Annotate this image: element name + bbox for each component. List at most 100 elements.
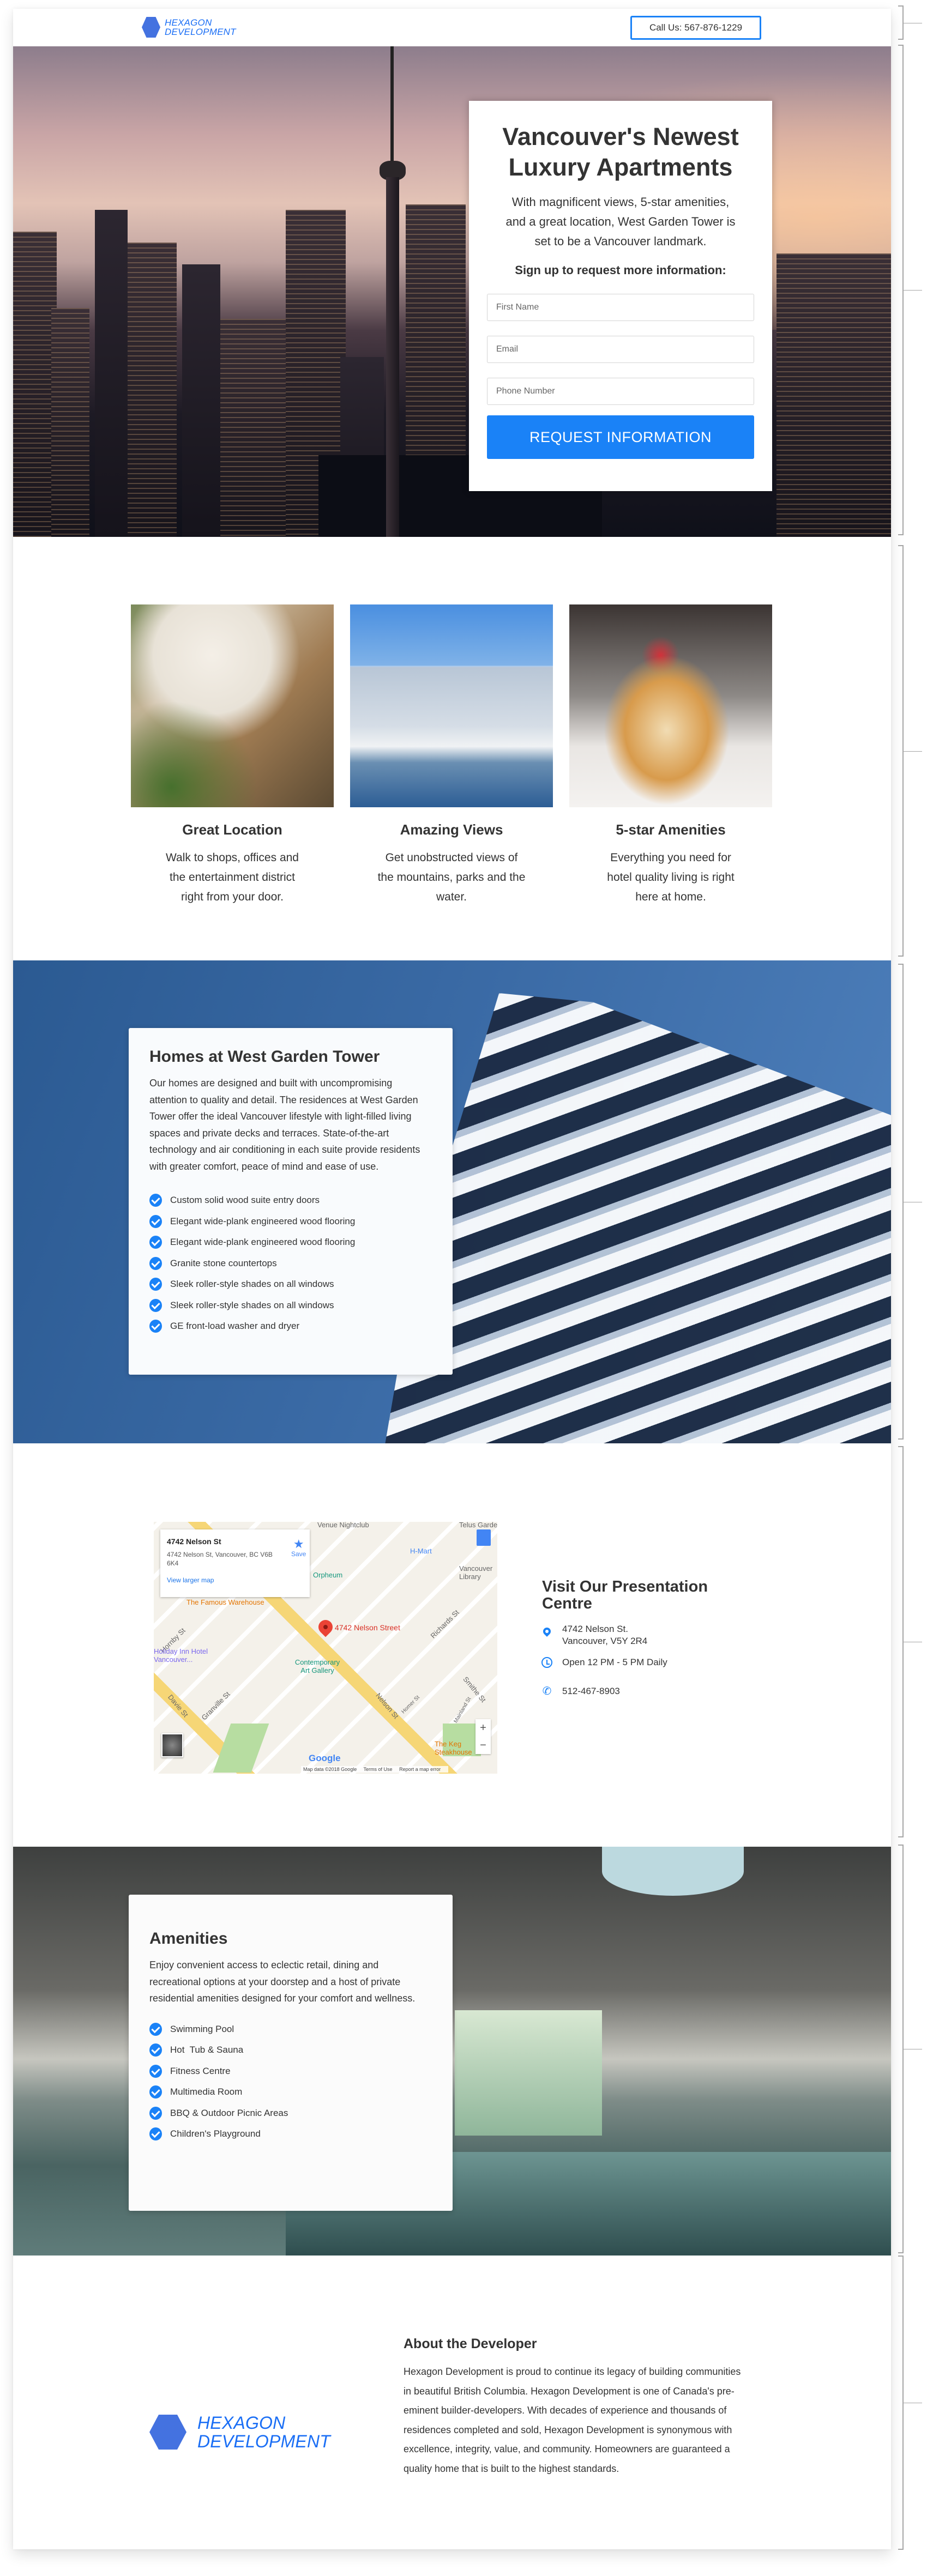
list-item: Sleek roller-style shades on all windows <box>149 1295 432 1316</box>
check-circle-icon <box>149 2064 162 2078</box>
map-label: H-Mart <box>410 1547 432 1555</box>
pool-interior-photo <box>455 2010 602 2136</box>
hero-title: Vancouver's Newest Luxury Apartments <box>502 123 739 181</box>
list-item-text: Elegant wide-plank engineered wood floor… <box>170 1216 356 1226</box>
hexagon-logo-icon <box>142 17 160 38</box>
check-circle-icon <box>149 2085 162 2099</box>
list-item: Swimming Pool <box>149 2019 432 2040</box>
address-row: 4742 Nelson St. Vancouver, V5Y 2R4 <box>540 1623 647 1647</box>
map-label: Venue Nightclub <box>317 1522 369 1529</box>
list-item: Children's Playground <box>149 2124 432 2145</box>
homes-feature-list: Custom solid wood suite entry doors Eleg… <box>149 1190 432 1337</box>
phone-number-input[interactable] <box>487 378 754 405</box>
map-label: Davie St <box>166 1692 190 1719</box>
feature-title: Amazing Views <box>400 821 503 838</box>
feature-text: Get unobstructed views of the mountains,… <box>377 851 526 903</box>
list-item-text: Elegant wide-plank engineered wood floor… <box>170 1237 356 1248</box>
hours-text: Open 12 PM - 5 PM Daily <box>562 1657 667 1667</box>
logo-line-2: DEVELOPMENT <box>165 27 236 37</box>
map-label: Richards St <box>429 1608 461 1640</box>
list-item-text: GE front-load washer and dryer <box>170 1321 300 1332</box>
zoom-in-button[interactable]: + <box>475 1719 491 1737</box>
logo-text: HEXAGON DEVELOPMENT <box>165 18 236 37</box>
report-map-error-link[interactable]: Report a map error <box>399 1767 441 1772</box>
list-item-text: Swimming Pool <box>170 2023 234 2034</box>
star-icon: ★ <box>293 1537 304 1551</box>
satellite-view-toggle[interactable] <box>161 1733 183 1757</box>
map-label: Holiday Inn Hotel Vancouver... <box>154 1647 208 1664</box>
list-item-text: Fitness Centre <box>170 2065 231 2076</box>
section-bracket <box>898 545 922 957</box>
check-circle-icon <box>149 2106 162 2120</box>
terms-of-use-link[interactable]: Terms of Use <box>364 1767 393 1772</box>
list-item: Fitness Centre <box>149 2061 432 2082</box>
map-park-area <box>213 1724 269 1773</box>
map-label: Granville St <box>200 1690 232 1722</box>
modern-building-photo <box>384 993 891 1443</box>
amenities-description: Enjoy convenient access to eclectic reta… <box>149 1960 416 2004</box>
check-circle-icon <box>149 1194 162 1207</box>
email-input[interactable] <box>487 336 754 363</box>
about-title: About the Developer <box>404 2336 537 2351</box>
amenities-info-card: Amenities Enjoy convenient access to ecl… <box>129 1895 453 2211</box>
map-label: The Famous Warehouse <box>186 1598 264 1606</box>
call-us-button[interactable]: Call Us: 567-876-1229 <box>630 16 761 40</box>
list-item-text: BBQ & Outdoor Picnic Areas <box>170 2107 288 2118</box>
view-larger-map-link[interactable]: View larger map <box>167 1576 303 1584</box>
list-item: Hot Tub & Sauna <box>149 2040 432 2061</box>
list-item: Multimedia Room <box>149 2082 432 2103</box>
section-bracket <box>898 964 922 1440</box>
people-working-laptop-photo <box>131 604 334 807</box>
hours-row: Open 12 PM - 5 PM Daily <box>540 1656 667 1668</box>
check-circle-icon <box>149 1214 162 1228</box>
feature-text: Everything you need for hotel quality li… <box>607 851 735 903</box>
map-label: Nelson St <box>374 1691 401 1720</box>
list-item-text: Multimedia Room <box>170 2087 243 2097</box>
logo-line-2: DEVELOPMENT <box>197 2432 331 2451</box>
logo-line-1: HEXAGON <box>165 17 212 28</box>
hexagon-logo-icon <box>149 2415 186 2450</box>
vancouver-marina-skyline-photo <box>350 604 553 807</box>
map-save-button[interactable]: ★ Save <box>291 1538 306 1558</box>
location-pin-icon <box>540 1623 554 1637</box>
footer-logo: HEXAGON DEVELOPMENT <box>149 2414 330 2451</box>
check-circle-icon <box>149 1256 162 1270</box>
building-graphic <box>182 264 220 537</box>
homes-title: Homes at West Garden Tower <box>149 1048 380 1066</box>
map-pin-icon[interactable] <box>315 1617 336 1637</box>
section-bracket <box>898 1446 922 1837</box>
cn-tower-graphic <box>390 46 394 172</box>
phone-icon: ✆ <box>542 1685 552 1697</box>
feature-card: Amazing Views Get unobstructed views of … <box>350 604 553 907</box>
amenities-title: Amenities <box>149 1930 228 1948</box>
request-information-button[interactable]: REQUEST INFORMATION <box>487 415 754 459</box>
list-item-text: Hot Tub & Sauna <box>170 2045 244 2055</box>
amenities-section: Amenities Enjoy convenient access to ecl… <box>13 1847 891 2255</box>
form-prompt: Sign up to request more information: <box>515 263 726 277</box>
map-footer: Map data ©2018 Google Terms of Use Repor… <box>301 1766 449 1773</box>
list-item: Granite stone countertops <box>149 1253 432 1274</box>
list-item-text: Sleek roller-style shades on all windows <box>170 1279 334 1290</box>
first-name-input[interactable] <box>487 294 754 321</box>
check-circle-icon <box>149 1320 162 1333</box>
map-label: Orpheum <box>313 1571 343 1579</box>
map-label: Mainland St <box>453 1696 473 1725</box>
map-label: Contemporary Art Gallery <box>294 1658 340 1674</box>
phone-number[interactable]: 512-467-8903 <box>562 1685 620 1697</box>
map-data-attribution: Map data ©2018 Google <box>303 1767 357 1772</box>
street-view-pegman-icon[interactable] <box>477 1529 491 1546</box>
check-circle-icon <box>149 1298 162 1312</box>
building-graphic <box>51 308 89 537</box>
map-label: Homer St <box>400 1694 421 1715</box>
check-circle-icon <box>149 2043 162 2057</box>
about-section: HEXAGON DEVELOPMENT About the Developer … <box>13 2255 891 2549</box>
logo[interactable]: HEXAGON DEVELOPMENT <box>142 17 236 38</box>
google-map-embed[interactable]: Venue Nightclub Telus Garden H-Mart Orph… <box>154 1522 497 1774</box>
list-item: BBQ & Outdoor Picnic Areas <box>149 2103 432 2124</box>
zoom-out-button[interactable]: − <box>475 1737 491 1754</box>
check-circle-icon <box>149 1278 162 1291</box>
address-line-2: Vancouver, V5Y 2R4 <box>562 1636 648 1646</box>
map-place-card: 4742 Nelson St 4742 Nelson St, Vancouver… <box>160 1529 310 1597</box>
cn-tower-graphic <box>386 177 399 537</box>
map-pin-label: 4742 Nelson Street <box>335 1623 400 1632</box>
